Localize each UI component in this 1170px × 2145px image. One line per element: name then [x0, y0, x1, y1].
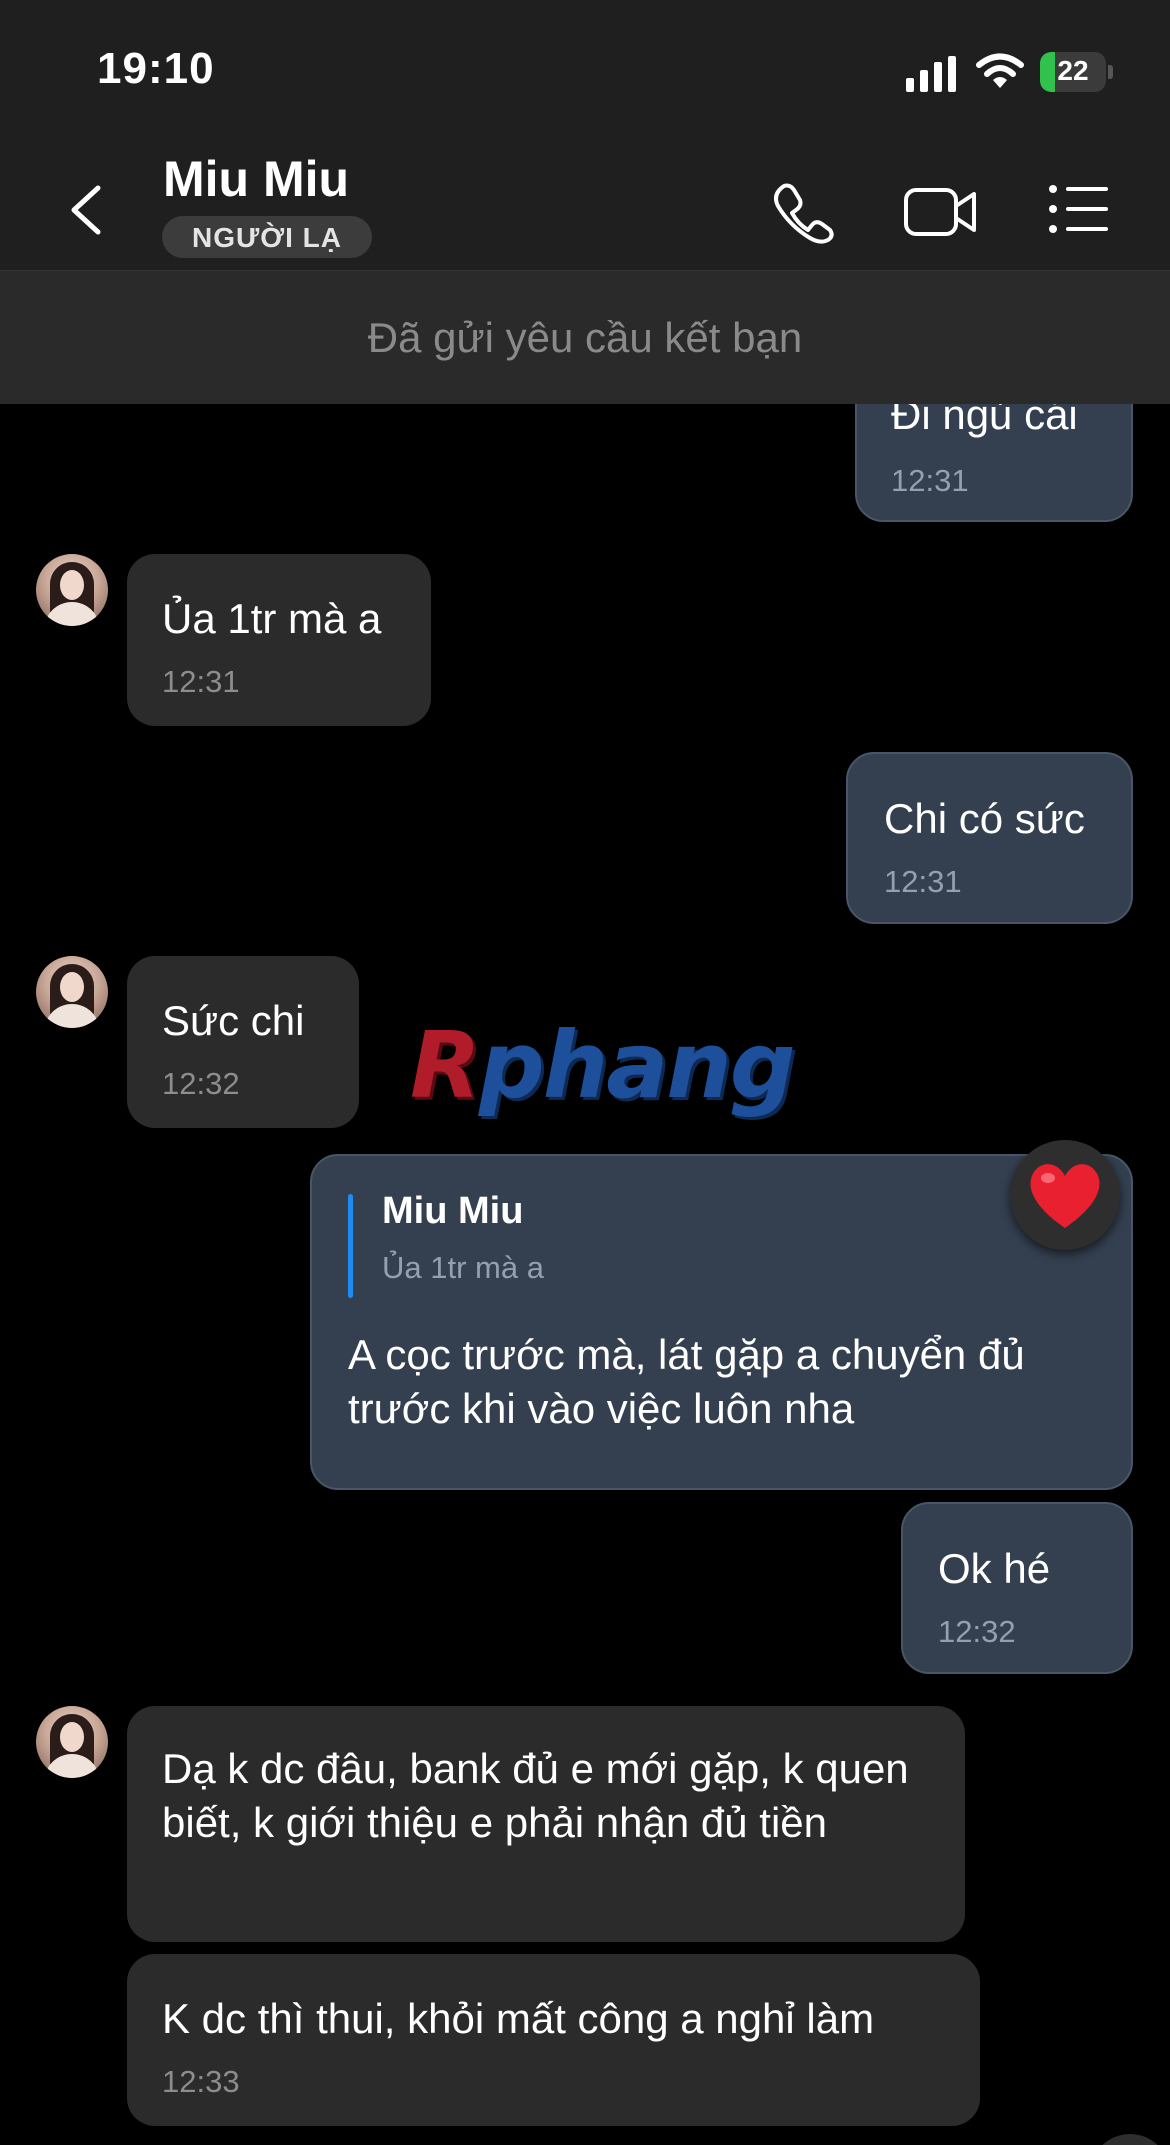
cellular-signal-icon	[906, 56, 956, 92]
message-bubble-outgoing[interactable]: Chi có sức 12:31	[846, 752, 1133, 924]
message-time: 12:32	[162, 1066, 240, 1101]
friend-request-notice: Đã gửi yêu cầu kết bạn	[0, 271, 1170, 404]
quoted-sender: Miu Miu	[382, 1190, 524, 1232]
heart-icon	[1030, 1164, 1100, 1228]
quote-bar	[348, 1194, 353, 1298]
message-time: 12:33	[162, 2064, 240, 2099]
avatar[interactable]	[36, 1706, 108, 1778]
list-menu-icon[interactable]	[1048, 184, 1110, 234]
message-text: Ok hé	[938, 1545, 1051, 1592]
contact-name[interactable]: Miu Miu	[163, 150, 349, 208]
avatar[interactable]	[36, 554, 108, 626]
quoted-text: Ủa 1tr mà a	[382, 1250, 544, 1285]
message-bubble-incoming[interactable]: K dc thì thui, khỏi mất công a nghỉ làm …	[127, 1954, 980, 2126]
wifi-icon	[976, 53, 1024, 88]
message-bubble-outgoing[interactable]: Đi ngủ cái 12:31	[855, 404, 1133, 522]
message-text: Đi ngủ cái	[891, 404, 1078, 438]
message-time: 12:31	[884, 864, 962, 899]
battery-indicator: 22	[1040, 52, 1113, 92]
avatar[interactable]	[36, 956, 108, 1028]
video-camera-icon[interactable]	[903, 184, 979, 240]
message-time: 12:31	[162, 664, 240, 699]
message-bubble-incoming[interactable]: Dạ k dc đâu, bank đủ e mới gặp, k quen b…	[127, 1706, 965, 1942]
chat-header: Miu Miu NGƯỜI LẠ	[0, 140, 1170, 271]
message-time: 12:31	[891, 463, 969, 498]
message-time: 12:32	[938, 1614, 1016, 1649]
battery-percentage: 22	[1057, 55, 1089, 86]
message-text: A cọc trước mà, lát gặp a chuyển đủ trướ…	[348, 1331, 1037, 1432]
reaction-badge[interactable]	[1010, 1140, 1120, 1250]
reaction-badge-partial	[1090, 2134, 1170, 2145]
message-text: K dc thì thui, khỏi mất công a nghỉ làm	[162, 1995, 875, 2042]
message-text: Chi có sức	[884, 795, 1085, 842]
message-bubble-incoming[interactable]: Ủa 1tr mà a 12:31	[127, 554, 431, 726]
message-text: Dạ k dc đâu, bank đủ e mới gặp, k quen b…	[162, 1745, 921, 1846]
watermark-logo: Rphang	[410, 1012, 796, 1119]
message-text: Ủa 1tr mà a	[162, 595, 382, 642]
status-bar: 19:10 22	[0, 0, 1170, 140]
message-list[interactable]: Đi ngủ cái 12:31 Ủa 1tr mà a 12:31 Chi c…	[0, 404, 1170, 2145]
phone-icon[interactable]	[770, 180, 834, 244]
message-text: Sức chi	[162, 997, 305, 1044]
status-time: 19:10	[97, 44, 215, 93]
message-bubble-incoming[interactable]: Sức chi 12:32	[127, 956, 359, 1128]
chevron-left-icon[interactable]	[60, 180, 120, 240]
stranger-badge: NGƯỜI LẠ	[162, 216, 372, 258]
message-bubble-outgoing[interactable]: Ok hé 12:32	[901, 1502, 1133, 1674]
